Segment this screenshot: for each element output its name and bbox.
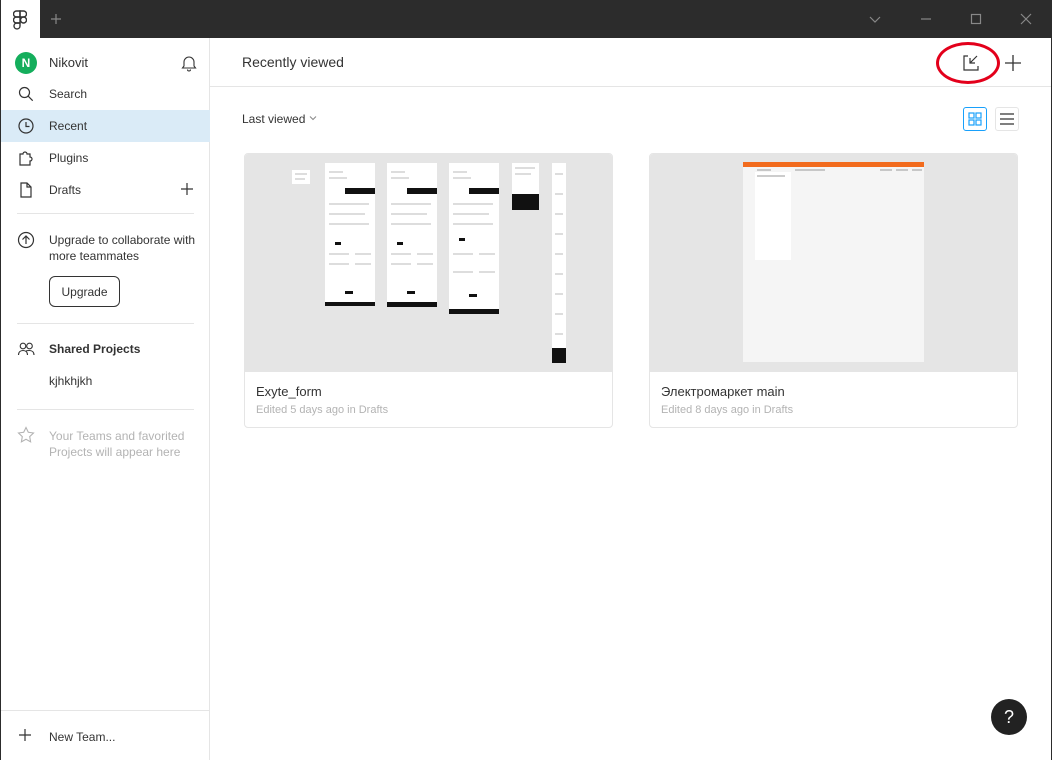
sort-dropdown[interactable]: Last viewed <box>242 112 305 126</box>
bell-icon[interactable] <box>181 54 197 72</box>
people-icon <box>17 342 35 356</box>
file-name: Exyte_form <box>256 384 322 399</box>
home-tab[interactable] <box>0 0 40 38</box>
page-title: Recently viewed <box>242 54 344 70</box>
close-button[interactable] <box>1017 10 1035 28</box>
clock-icon <box>18 118 34 134</box>
page-header: Recently viewed <box>210 38 1051 87</box>
help-button[interactable]: ? <box>991 699 1027 735</box>
figma-logo-icon <box>13 10 27 30</box>
maximize-button[interactable] <box>967 10 985 28</box>
plus-icon <box>1005 55 1021 71</box>
list-view-button[interactable] <box>995 107 1019 131</box>
puzzle-icon <box>19 151 33 166</box>
annotation-circle <box>936 42 1000 84</box>
user-menu[interactable]: N Nikovit <box>15 52 197 74</box>
plus-icon <box>19 729 31 741</box>
file-meta: Edited 5 days ago in Drafts <box>256 404 389 416</box>
main-content: Recently viewed Last viewed Exyte_form E… <box>210 38 1052 760</box>
list-icon <box>1000 113 1014 125</box>
sidebar-item-label: Plugins <box>49 151 89 165</box>
search-icon <box>18 86 34 102</box>
file-card-elektromarket-main[interactable]: Электромаркет main Edited 8 days ago in … <box>649 153 1018 428</box>
empty-teams-text: Your Teams and favorited Projects will a… <box>49 429 185 459</box>
plus-icon <box>51 14 61 24</box>
window-titlebar <box>0 0 1052 38</box>
sidebar-item-recent[interactable]: Recent <box>1 110 210 142</box>
new-team-button[interactable]: New Team... <box>1 710 210 760</box>
window-menu-button[interactable] <box>866 10 884 28</box>
maximize-icon <box>970 13 982 25</box>
new-file-button[interactable] <box>1002 52 1024 74</box>
shared-project-item[interactable]: kjhkhjkh <box>49 374 92 388</box>
file-thumbnail <box>245 154 612 372</box>
shared-projects-title[interactable]: Shared Projects <box>49 342 140 356</box>
sidebar-item-label: Recent <box>49 119 88 133</box>
sidebar-item-label: Drafts <box>49 183 82 197</box>
thumbnail-frames <box>743 162 924 362</box>
avatar: N <box>15 52 37 74</box>
minimize-icon <box>921 18 931 20</box>
chevron-down-icon[interactable] <box>309 115 317 121</box>
upgrade-text: Upgrade to collaborate with more teammat… <box>49 233 196 263</box>
file-thumbnail <box>650 154 1017 372</box>
user-name: Nikovit <box>49 55 89 70</box>
file-name: Электромаркет main <box>661 384 785 399</box>
file-icon <box>20 182 32 198</box>
sidebar-item-search[interactable]: Search <box>1 78 210 110</box>
sidebar-item-drafts[interactable]: Drafts <box>1 174 210 206</box>
file-meta: Edited 8 days ago in Drafts <box>661 404 794 416</box>
grid-icon <box>968 112 982 126</box>
file-card-exyte-form[interactable]: Exyte_form Edited 5 days ago in Drafts <box>244 153 613 428</box>
thumbnail-frames <box>292 163 566 363</box>
new-team-label: New Team... <box>49 730 116 744</box>
add-draft-icon[interactable] <box>180 182 194 196</box>
minimize-button[interactable] <box>917 10 935 28</box>
star-icon <box>17 426 35 443</box>
close-icon <box>1020 13 1032 25</box>
sidebar-item-label: Search <box>49 87 88 101</box>
sidebar-item-plugins[interactable]: Plugins <box>1 142 210 174</box>
upgrade-arrow-icon <box>17 231 35 249</box>
grid-view-button[interactable] <box>963 107 987 131</box>
divider <box>17 409 194 410</box>
divider <box>17 323 194 324</box>
upgrade-button[interactable]: Upgrade <box>49 276 120 307</box>
chevron-down-icon <box>869 16 881 23</box>
new-tab-button[interactable] <box>48 10 64 28</box>
sidebar: N Nikovit Search Recent Plugins Drafts U… <box>0 38 210 760</box>
divider <box>17 213 194 214</box>
